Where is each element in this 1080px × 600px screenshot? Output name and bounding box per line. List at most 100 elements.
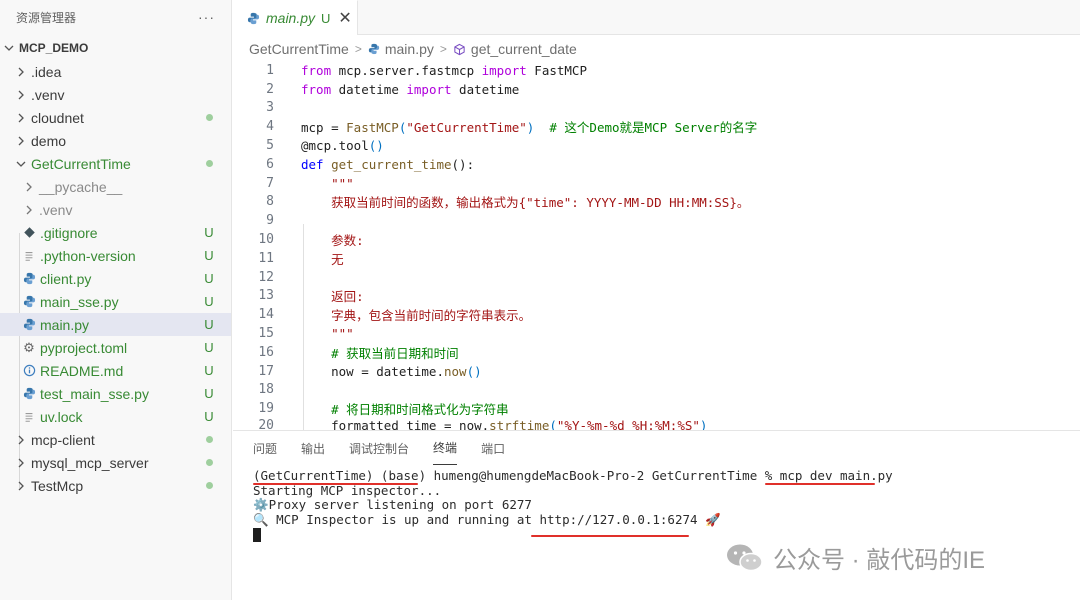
tree-item-client-py[interactable]: client.py U	[0, 267, 231, 290]
tab-problems[interactable]: 问题	[253, 431, 277, 465]
python-file-icon	[22, 272, 36, 286]
python-file-icon	[22, 387, 36, 401]
tree-item-testmcp[interactable]: TestMcp	[0, 474, 231, 497]
tree-item-gitignore[interactable]: .gitignore U	[0, 221, 231, 244]
code-token: "GetCurrentTime"	[406, 120, 527, 136]
tree-item-label: .idea	[31, 63, 62, 80]
tree-item-mysql-mcp-server[interactable]: mysql_mcp_server	[0, 451, 231, 474]
tree-item-label: cloudnet	[31, 109, 84, 126]
python-file-icon	[22, 295, 36, 309]
code-token: "%Y-%m-%d %H:%M:%S"	[556, 418, 700, 431]
line-number: 9	[266, 213, 274, 229]
terminal[interactable]: (GetCurrentTime) (base) humeng@humengdeM…	[233, 465, 1080, 542]
tree-item-uv-lock[interactable]: uv.lock U	[0, 405, 231, 428]
tree-item-venv-inner[interactable]: .venv	[0, 198, 231, 221]
code-token: now = datetime.	[301, 363, 444, 379]
code-editor[interactable]: 1 from mcp.server.fastmcp import FastMCP …	[233, 61, 1080, 494]
tree-item-idea[interactable]: .idea	[0, 60, 231, 83]
editor-area: main.py U ✕ GetCurrentTime > main.py > g…	[233, 0, 1080, 494]
line-number: 16	[258, 344, 274, 360]
line-number: 4	[266, 119, 274, 135]
chevron-down-icon	[14, 159, 28, 169]
tab-status-badge: U	[321, 10, 331, 26]
tree-item-demo[interactable]: demo	[0, 129, 231, 152]
python-file-icon	[368, 43, 380, 55]
tree-item-pyproject-toml[interactable]: ⚙ pyproject.toml U	[0, 336, 231, 359]
line-number: 6	[266, 156, 274, 172]
code-token: @mcp.tool	[301, 138, 369, 154]
code-token: mcp =	[301, 120, 347, 136]
chevron-right-icon: >	[354, 42, 362, 56]
code-line: 6 def get_current_time():	[233, 155, 1080, 174]
line-number: 18	[258, 382, 274, 398]
tab-output[interactable]: 输出	[301, 431, 325, 465]
tree-item-venv[interactable]: .venv	[0, 83, 231, 106]
tree-item-cloudnet[interactable]: cloudnet	[0, 106, 231, 129]
line-number: 7	[266, 175, 274, 191]
code-comment: # 获取当前日期和时间	[301, 345, 459, 361]
tab-ports[interactable]: 端口	[481, 431, 505, 465]
tree-item-label: TestMcp	[31, 477, 84, 494]
tab-label: main.py	[266, 10, 316, 26]
line-number: 5	[266, 138, 274, 154]
modified-dot-icon	[206, 436, 213, 443]
code-docstring: """	[301, 326, 354, 342]
tab-main-py[interactable]: main.py U ✕	[233, 0, 358, 35]
terminal-cursor	[253, 527, 261, 542]
tree-item-label: client.py	[40, 270, 92, 287]
untracked-badge: U	[204, 294, 214, 309]
tree-item-label: .venv	[31, 86, 65, 103]
tab-terminal[interactable]: 终端	[433, 431, 458, 465]
code-token: FastMCP	[346, 120, 399, 136]
breadcrumb-symbol[interactable]: get_current_date	[471, 41, 577, 57]
more-actions-icon[interactable]: ···	[198, 9, 215, 25]
modified-dot-icon	[206, 114, 213, 121]
code-docstring: 参数:	[301, 233, 364, 249]
watermark-text: 公众号 · 敲代码的IE	[773, 547, 986, 574]
tree-item-label: mcp-client	[31, 431, 95, 448]
code-token: (	[549, 418, 557, 431]
code-line: 5 @mcp.tool()	[233, 136, 1080, 155]
tree-item-mcp-client[interactable]: mcp-client	[0, 428, 231, 451]
code-line: 3	[233, 99, 1080, 118]
workspace-root-label: MCP_DEMO	[19, 41, 89, 55]
tree-item-getcurrenttime[interactable]: GetCurrentTime	[0, 152, 231, 175]
chevron-right-icon	[14, 458, 28, 468]
annotation-underline	[253, 483, 418, 485]
breadcrumb-folder[interactable]: GetCurrentTime	[249, 41, 349, 57]
info-icon	[22, 364, 36, 378]
tree-item-label: __pycache__	[39, 178, 123, 195]
code-line: 15 """	[233, 324, 1080, 343]
untracked-badge: U	[204, 317, 214, 332]
tree-item-main-py[interactable]: main.py U	[0, 313, 231, 336]
line-number: 13	[258, 288, 274, 304]
code-token: datetime	[331, 81, 407, 97]
tab-debug-console[interactable]: 调试控制台	[349, 431, 409, 465]
explorer-header: 资源管理器 ···	[0, 0, 231, 34]
tree-item-label: main.py	[40, 316, 90, 333]
terminal-line: (GetCurrentTime) (base) humeng@humengdeM…	[253, 468, 893, 483]
breadcrumb-file[interactable]: main.py	[385, 41, 434, 57]
code-token: strftime	[489, 418, 550, 431]
modified-dot-icon	[206, 160, 213, 167]
tree-item-python-version[interactable]: .python-version U	[0, 244, 231, 267]
workspace-root[interactable]: MCP_DEMO	[0, 36, 231, 60]
code-line: 10 参数:	[233, 230, 1080, 249]
code-token: def	[301, 156, 324, 172]
wechat-logo-icon	[727, 544, 763, 571]
code-line: 12	[233, 268, 1080, 287]
tree-item-label: .python-version	[40, 247, 136, 264]
file-tree: .idea .venv cloudnet demo GetCurrentTime…	[0, 60, 231, 497]
chevron-right-icon	[22, 182, 36, 192]
explorer-title: 资源管理器	[16, 10, 77, 25]
tree-item-test-main-sse-py[interactable]: test_main_sse.py U	[0, 382, 231, 405]
tree-item-readme-md[interactable]: README.md U	[0, 359, 231, 382]
close-icon[interactable]: ✕	[338, 8, 351, 28]
line-number: 12	[258, 269, 274, 285]
code-docstring: 无	[301, 251, 344, 267]
code-line: 2 from datetime import datetime	[233, 80, 1080, 99]
code-token: get_current_time	[331, 156, 452, 172]
tree-item-pycache[interactable]: __pycache__	[0, 175, 231, 198]
annotation-underline	[765, 483, 875, 485]
tree-item-main-sse-py[interactable]: main_sse.py U	[0, 290, 231, 313]
